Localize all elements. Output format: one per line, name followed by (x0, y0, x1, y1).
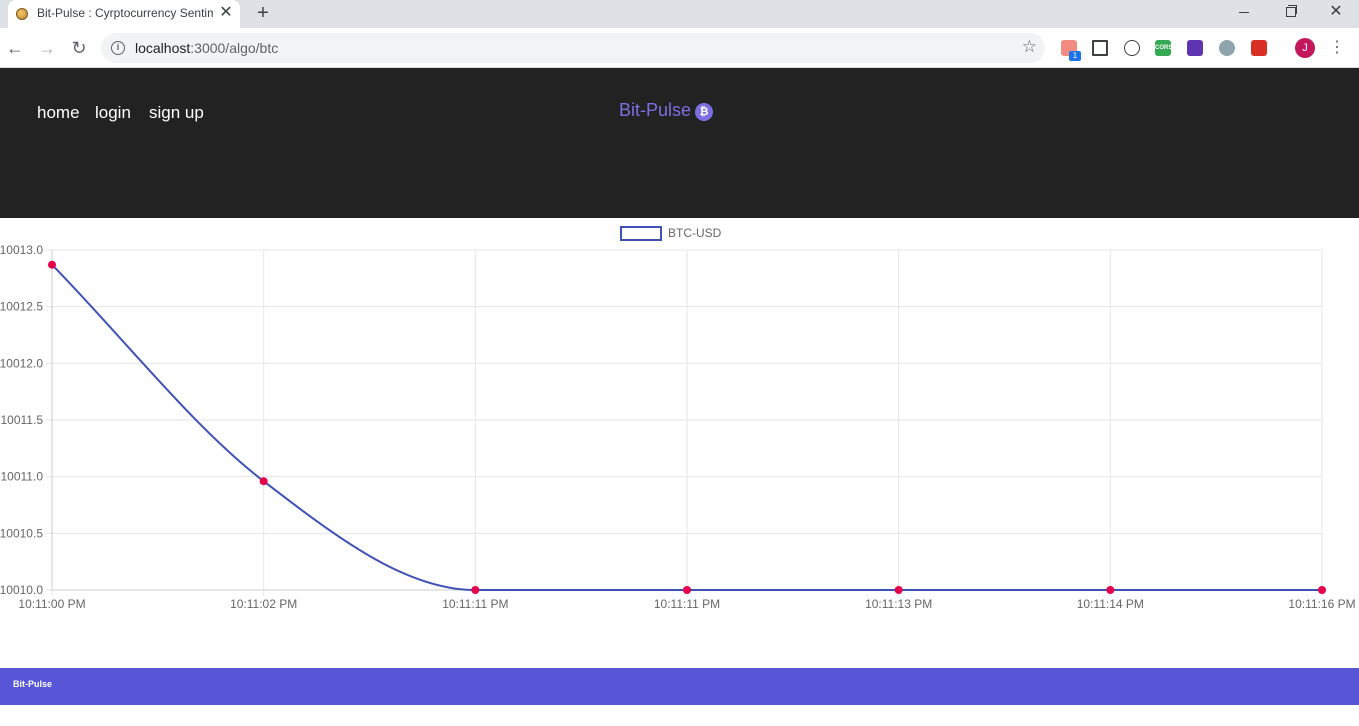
new-tab-button[interactable]: + (252, 2, 274, 24)
satellite-extension-icon[interactable] (1219, 40, 1235, 56)
legend-swatch (620, 226, 662, 241)
favicon-icon (16, 8, 28, 20)
bookmark-star-icon[interactable]: ☆ (1022, 37, 1037, 57)
browser-tab-bar: Bit-Pulse : Cyrptocurrency Sentim ✕ + ✕ (0, 0, 1359, 28)
y-tick-label: 10010.0 (0, 583, 43, 597)
close-window-button[interactable]: ✕ (1313, 0, 1359, 28)
reload-icon[interactable]: ↻ (68, 37, 90, 59)
data-point (894, 586, 903, 594)
x-tick-label: 10:11:02 PM (230, 597, 297, 611)
data-point (1318, 586, 1326, 594)
y-tick-label: 10010.5 (0, 526, 43, 540)
x-tick-label: 10:11:00 PM (18, 597, 85, 611)
footer-brand: Bit-Pulse (13, 679, 53, 689)
close-tab-icon[interactable]: ✕ (217, 4, 235, 22)
chart-canvas: 10013.0 10012.5 10012.0 10011.5 10011.0 10010… (0, 226, 1356, 611)
price-chart: 10013.0 10012.5 10012.0 10011.5 10011.0 10010… (0, 218, 1359, 618)
brand-name: Bit-Pulse (619, 100, 692, 120)
nav-login-link[interactable]: login (95, 103, 131, 123)
nav-home-link[interactable]: home (37, 103, 80, 123)
restore-button[interactable] (1267, 0, 1313, 28)
site-brand[interactable]: Bit-Pulse ₿ (619, 100, 714, 121)
browser-tab[interactable]: Bit-Pulse : Cyrptocurrency Sentim ✕ (8, 0, 240, 28)
more-menu-icon[interactable]: ⋮ (1329, 37, 1345, 59)
tab-title: Bit-Pulse : Cyrptocurrency Sentim (37, 6, 213, 20)
data-point (683, 586, 691, 594)
code-extension-icon[interactable] (1124, 40, 1140, 56)
url-text[interactable]: localhost:3000/algo/btc (135, 40, 278, 56)
browser-toolbar: ← → ↻ i localhost:3000/algo/btc ☆ CORS J… (0, 28, 1359, 68)
site-header (0, 68, 1359, 218)
minimize-button[interactable] (1221, 0, 1267, 28)
url-host: localhost (135, 40, 191, 56)
x-tick-label: 10:11:11 PM (442, 597, 508, 611)
bitcoin-icon: ₿ (695, 103, 714, 121)
x-tick-label: 10:11:16 PM (1288, 597, 1355, 611)
legend-label: BTC-USD (668, 226, 722, 240)
profile-avatar[interactable]: J (1295, 38, 1315, 58)
y-tick-label: 10012.0 (0, 356, 43, 370)
data-point (259, 477, 268, 486)
cors-extension-icon[interactable]: CORS (1155, 40, 1172, 56)
x-tick-label: 10:11:14 PM (1077, 597, 1144, 611)
data-point (1106, 586, 1115, 594)
url-path: :3000/algo/btc (190, 40, 279, 56)
back-icon[interactable]: ← (4, 37, 26, 59)
x-tick-label: 10:11:11 PM (654, 597, 720, 611)
nav-signup-link[interactable]: sign up (149, 103, 204, 123)
site-footer: Bit-Pulse (0, 668, 1359, 705)
screenshot-extension-icon[interactable] (1092, 40, 1108, 56)
x-tick-label: 10:11:13 PM (865, 597, 932, 611)
y-tick-label: 10012.5 (0, 300, 43, 314)
red-extension-icon[interactable] (1251, 40, 1267, 56)
y-tick-label: 10011.5 (1, 413, 44, 427)
y-tick-label: 10011.0 (1, 470, 44, 484)
data-point (48, 260, 56, 269)
info-icon[interactable]: i (111, 41, 125, 55)
extension-badge: 1 (1069, 51, 1081, 61)
forward-icon[interactable]: → (36, 37, 58, 59)
check-extension-icon[interactable] (1187, 40, 1203, 56)
address-bar[interactable]: i localhost:3000/algo/btc ☆ (101, 33, 1045, 63)
data-point (471, 586, 480, 594)
y-tick-label: 10013.0 (0, 243, 43, 257)
